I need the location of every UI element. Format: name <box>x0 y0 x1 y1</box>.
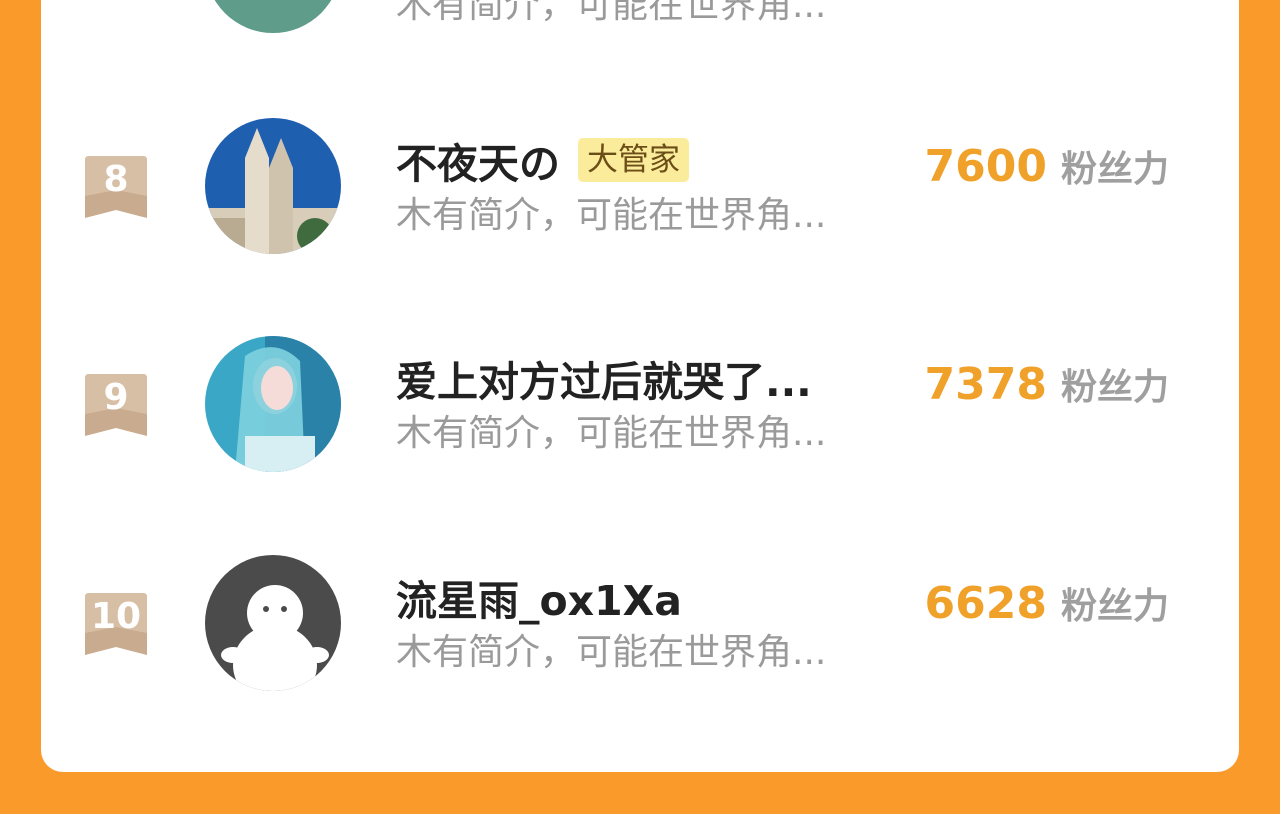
ranking-row-partial[interactable]: 木有简介，可能在世界角... <box>41 0 1239 80</box>
rank-number: 10 <box>90 596 142 637</box>
name-line: 流星雨_ox1Xa <box>396 569 682 625</box>
user-name[interactable]: 流星雨_ox1Xa <box>396 567 682 627</box>
role-badge: 大管家 <box>578 138 689 182</box>
rank-number: 9 <box>103 377 129 418</box>
score-value: 7378 <box>924 359 1047 410</box>
fan-score: 7378 粉丝力 <box>925 358 1169 410</box>
fan-score: 7600 粉丝力 <box>925 140 1169 192</box>
avatar-cathedral[interactable] <box>205 118 341 254</box>
user-name[interactable]: 爱上对方过后就哭了... <box>396 348 812 408</box>
user-bio: 木有简介，可能在世界角... <box>396 0 827 26</box>
ranking-row[interactable]: 8 不夜天の 大管家 木有简介，可能在世界角... 7600 粉丝力 <box>41 118 1239 280</box>
rank-number: 8 <box>103 159 129 200</box>
rank-ribbon: 10 <box>85 593 147 655</box>
avatar-flower[interactable] <box>205 0 341 33</box>
score-unit: 粉丝力 <box>1060 586 1169 627</box>
rank-ribbon: 8 <box>85 156 147 218</box>
user-name[interactable]: 不夜天の <box>396 130 560 190</box>
score-unit: 粉丝力 <box>1060 367 1169 408</box>
user-bio: 木有简介，可能在世界角... <box>396 195 827 236</box>
score-value: 6628 <box>924 578 1047 629</box>
ranking-card: 木有简介，可能在世界角... 8 不夜天の 大管家 木有简介，可能在世界角...… <box>41 0 1239 772</box>
ranking-row[interactable]: 10 流星雨_ox1Xa 木有简介，可能在世界角... 6628 粉丝力 <box>41 555 1239 717</box>
fan-score: 6628 粉丝力 <box>925 577 1169 629</box>
ranking-row[interactable]: 9 爱上对方过后就哭了... 木有简介，可能在世界角... 7378 粉丝力 <box>41 336 1239 498</box>
score-unit: 粉丝力 <box>1060 149 1169 190</box>
name-line: 不夜天の 大管家 <box>396 132 689 188</box>
avatar-girl[interactable] <box>205 336 341 472</box>
user-bio: 木有简介，可能在世界角... <box>396 632 827 673</box>
score-value: 7600 <box>924 141 1047 192</box>
rank-ribbon: 9 <box>85 374 147 436</box>
default-avatar-icon[interactable] <box>205 555 341 691</box>
name-line: 爱上对方过后就哭了... <box>396 350 812 406</box>
user-bio: 木有简介，可能在世界角... <box>396 413 827 454</box>
